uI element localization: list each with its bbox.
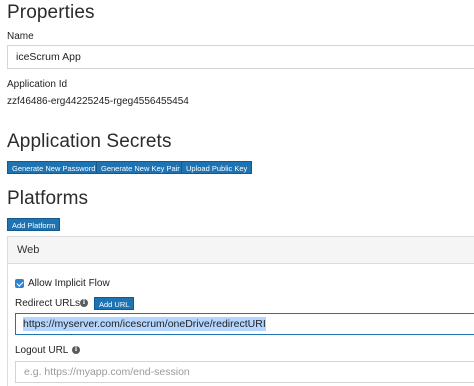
add-url-button[interactable]: Add URL	[94, 297, 135, 310]
add-platform-button[interactable]: Add Platform	[7, 218, 61, 231]
logout-url-label: Logout URL	[15, 345, 69, 356]
redirect-url-input[interactable]: https://myserver.com/icescrum/oneDrive/r…	[15, 313, 474, 335]
properties-heading: Properties	[7, 2, 95, 23]
web-panel-header: Web	[8, 237, 474, 264]
redirect-url-value: https://myserver.com/icescrum/oneDrive/r…	[23, 317, 266, 331]
name-field-value: iceScrum App	[16, 51, 81, 63]
info-icon[interactable]: i	[72, 346, 80, 354]
logout-url-placeholder: e.g. https://myapp.com/end-session	[24, 366, 190, 378]
name-field[interactable]: iceScrum App	[7, 45, 474, 69]
upload-public-key-button[interactable]: Upload Public Key	[181, 161, 253, 174]
application-secrets-heading: Application Secrets	[7, 131, 172, 152]
generate-new-password-button[interactable]: Generate New Password	[7, 161, 101, 174]
application-id-label: Application Id	[7, 79, 68, 90]
allow-implicit-flow-label: Allow Implicit Flow	[28, 278, 110, 289]
app-registration-page: Properties Name iceScrum App Application…	[0, 0, 474, 386]
redirect-urls-label: Redirect URLs	[15, 298, 81, 309]
generate-new-key-pair-button[interactable]: Generate New Key Pair	[96, 161, 185, 174]
logout-url-input[interactable]: e.g. https://myapp.com/end-session	[15, 361, 474, 383]
web-panel-title: Web	[17, 244, 40, 256]
platforms-heading: Platforms	[7, 188, 89, 209]
name-label: Name	[7, 31, 34, 42]
info-icon[interactable]: i	[80, 299, 88, 307]
allow-implicit-flow-checkbox[interactable]	[15, 279, 24, 288]
application-id-value: zzf46486-erg44225245-rgeg4556455454	[7, 96, 189, 107]
